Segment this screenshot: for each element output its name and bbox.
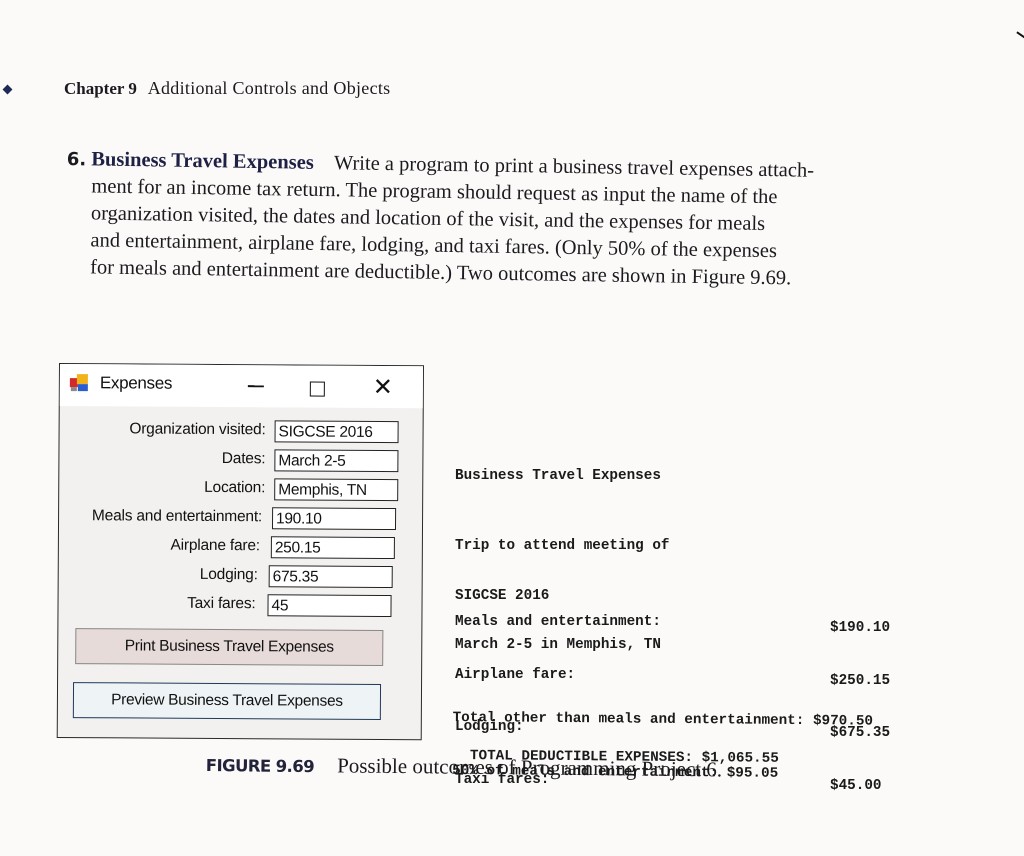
figure-caption-text: Possible outcomes of Programming Project… <box>337 753 723 782</box>
problem-title: Business Travel Expenses <box>91 148 314 174</box>
window-titlebar[interactable]: Expenses ✕ <box>59 364 423 409</box>
label-taxi-fares: Taxi fares: <box>187 594 256 613</box>
expenses-window: Expenses ✕ Organization visited: SIGCSE … <box>56 363 424 741</box>
figure-label: FIGURE 9.69 <box>205 755 315 777</box>
problem-number: 6. <box>66 148 87 171</box>
chapter-header: Chapter 9 Additional Controls and Object… <box>64 78 390 99</box>
airplane-fare-input[interactable]: 250.15 <box>270 536 395 560</box>
preview-expenses-button[interactable]: Preview Business Travel Expenses <box>72 682 382 720</box>
margin-diamond-bullet <box>2 84 13 95</box>
printout-heading: Business Travel Expenses <box>455 468 661 484</box>
expense-label: Meals and entertainment: <box>455 614 661 630</box>
label-location: Location: <box>204 478 266 497</box>
minimize-icon[interactable] <box>247 385 264 387</box>
label-lodging: Lodging: <box>199 565 258 584</box>
problem-text-line: Write a program to print a business trav… <box>333 152 815 182</box>
window-title: Expenses <box>99 373 173 393</box>
close-icon[interactable]: ✕ <box>373 372 393 402</box>
label-airplane-fare: Airplane fare: <box>170 536 260 555</box>
expense-value: $190.10 <box>830 620 891 636</box>
organization-input[interactable]: SIGCSE 2016 <box>274 420 399 444</box>
chapter-label: Chapter 9 <box>64 79 137 98</box>
page-corner-mark <box>1016 31 1024 39</box>
problem-statement: 6. Business Travel Expenses Write a prog… <box>65 146 967 295</box>
chapter-title: Additional Controls and Objects <box>147 78 391 98</box>
taxi-fares-input[interactable]: 45 <box>267 594 392 618</box>
dates-input[interactable]: March 2-5 <box>274 449 399 473</box>
label-organization: Organization visited: <box>129 420 266 439</box>
location-input[interactable]: Memphis, TN <box>274 478 399 502</box>
label-dates: Dates: <box>221 449 266 468</box>
total-other-value: $970.50 <box>812 713 874 730</box>
lodging-input[interactable]: 675.35 <box>268 565 393 589</box>
meals-input[interactable]: 190.10 <box>271 507 397 531</box>
trip-line: Trip to attend meeting of <box>455 538 670 554</box>
form-app-icon <box>69 374 90 392</box>
maximize-icon[interactable] <box>309 381 325 397</box>
label-meals: Meals and entertainment: <box>91 507 263 526</box>
total-other-line: Total other than meals and entertainment… <box>452 709 874 730</box>
figure-caption: FIGURE 9.69 Possible outcomes of Program… <box>206 752 722 782</box>
print-expenses-button[interactable]: Print Business Travel Expenses <box>75 628 384 666</box>
